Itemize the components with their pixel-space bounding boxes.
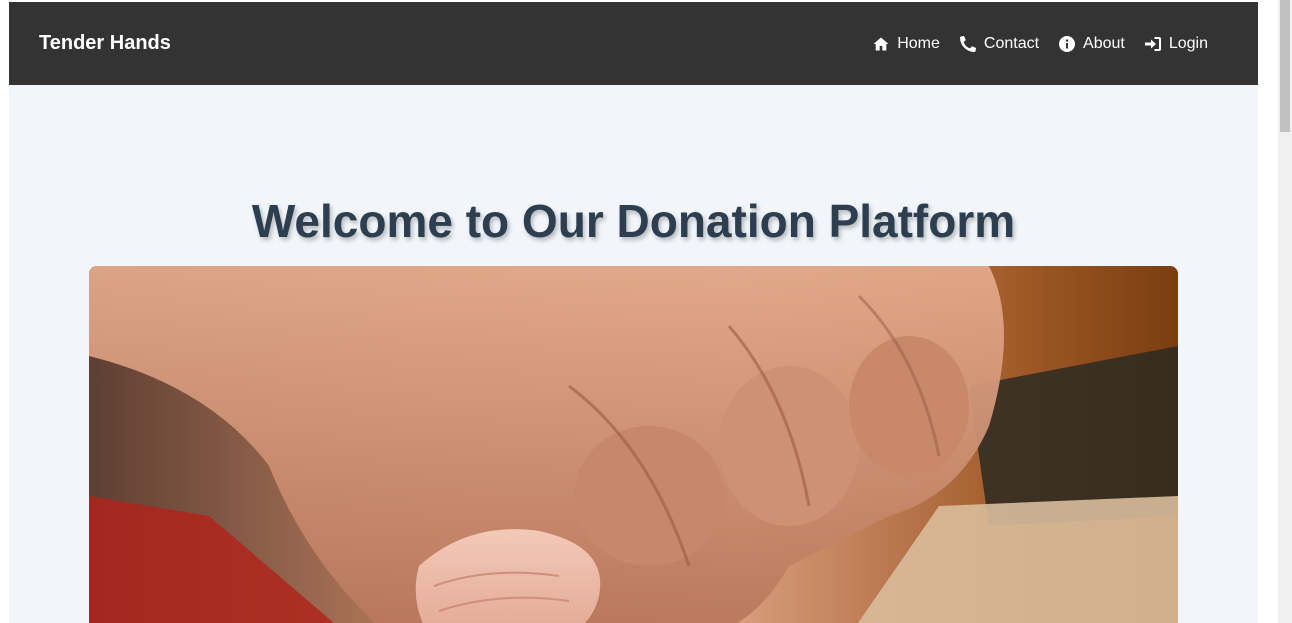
hands-photo bbox=[89, 266, 1178, 623]
nav-home-link[interactable]: Home bbox=[873, 35, 940, 53]
nav-about-label: About bbox=[1083, 34, 1125, 52]
nav-links: Home Contact About Login bbox=[873, 35, 1208, 53]
nav-home-label: Home bbox=[897, 34, 940, 52]
phone-icon bbox=[959, 35, 976, 52]
info-icon bbox=[1059, 35, 1076, 52]
brand-logo[interactable]: Tender Hands bbox=[39, 32, 171, 55]
browser-viewport: Tender Hands Home Contact About Login We… bbox=[0, 0, 1292, 623]
nav-about-link[interactable]: About bbox=[1059, 35, 1125, 53]
sign-in-icon bbox=[1144, 36, 1161, 52]
scrollbar[interactable] bbox=[1278, 0, 1292, 623]
nav-login-label: Login bbox=[1168, 34, 1208, 52]
page: Tender Hands Home Contact About Login We… bbox=[9, 2, 1258, 623]
navbar: Tender Hands Home Contact About Login bbox=[9, 2, 1258, 85]
nav-login-link[interactable]: Login bbox=[1144, 34, 1208, 53]
nav-contact-label: Contact bbox=[983, 34, 1040, 52]
hero-title: Welcome to Our Donation Platform bbox=[251, 195, 1016, 247]
home-icon bbox=[873, 36, 889, 52]
nav-contact-link[interactable]: Contact bbox=[959, 34, 1040, 53]
scrollbar-thumb[interactable] bbox=[1280, 0, 1290, 132]
hero-image bbox=[89, 266, 1178, 623]
